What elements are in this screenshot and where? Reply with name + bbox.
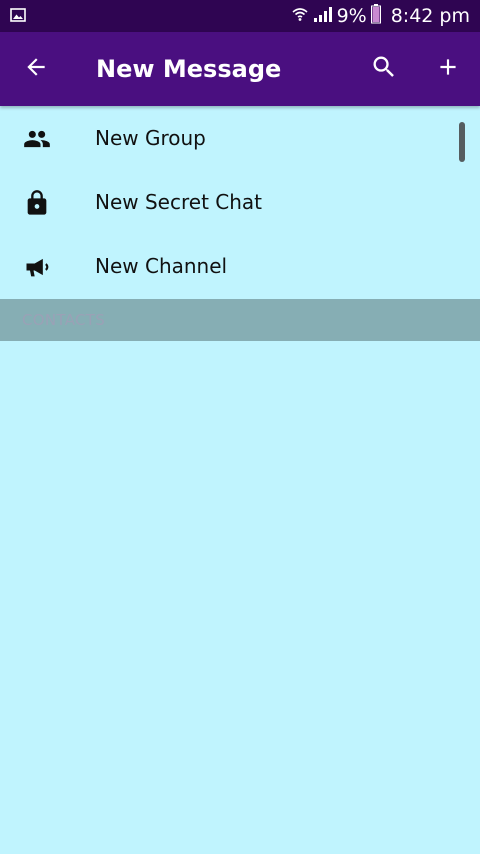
status-bar: 9% 8:42 pm: [0, 0, 480, 32]
group-icon: [22, 124, 52, 154]
image-icon: [10, 7, 26, 23]
page-title: New Message: [96, 55, 282, 83]
menu-item-label: New Channel: [95, 254, 228, 278]
contacts-section-header: CONTACTS: [0, 299, 480, 341]
menu-item-new-secret-chat[interactable]: New Secret Chat: [0, 170, 480, 234]
menu-item-new-channel[interactable]: New Channel: [0, 234, 480, 298]
search-button[interactable]: [362, 47, 406, 91]
menu-item-label: New Secret Chat: [95, 190, 263, 214]
signal-icon: [313, 5, 333, 27]
menu-item-label: New Group: [95, 126, 206, 150]
section-header-label: CONTACTS: [22, 311, 106, 329]
app-bar: New Message: [0, 32, 480, 106]
battery-percent: 9%: [336, 5, 367, 27]
status-indicators: 9% 8:42 pm: [291, 0, 470, 32]
menu-list: New Group New Secret Chat New Channel: [0, 106, 480, 298]
scrollbar[interactable]: [459, 122, 465, 162]
megaphone-icon: [22, 252, 52, 282]
menu-item-new-group[interactable]: New Group: [0, 106, 480, 170]
plus-icon: [435, 54, 461, 84]
lock-icon: [22, 188, 52, 218]
arrow-back-icon: [23, 54, 49, 84]
search-icon: [370, 53, 398, 85]
add-button[interactable]: [426, 47, 470, 91]
battery-icon: [370, 4, 381, 28]
clock: 8:42 pm: [390, 5, 470, 27]
back-button[interactable]: [14, 47, 58, 91]
wifi-icon: [291, 5, 309, 27]
